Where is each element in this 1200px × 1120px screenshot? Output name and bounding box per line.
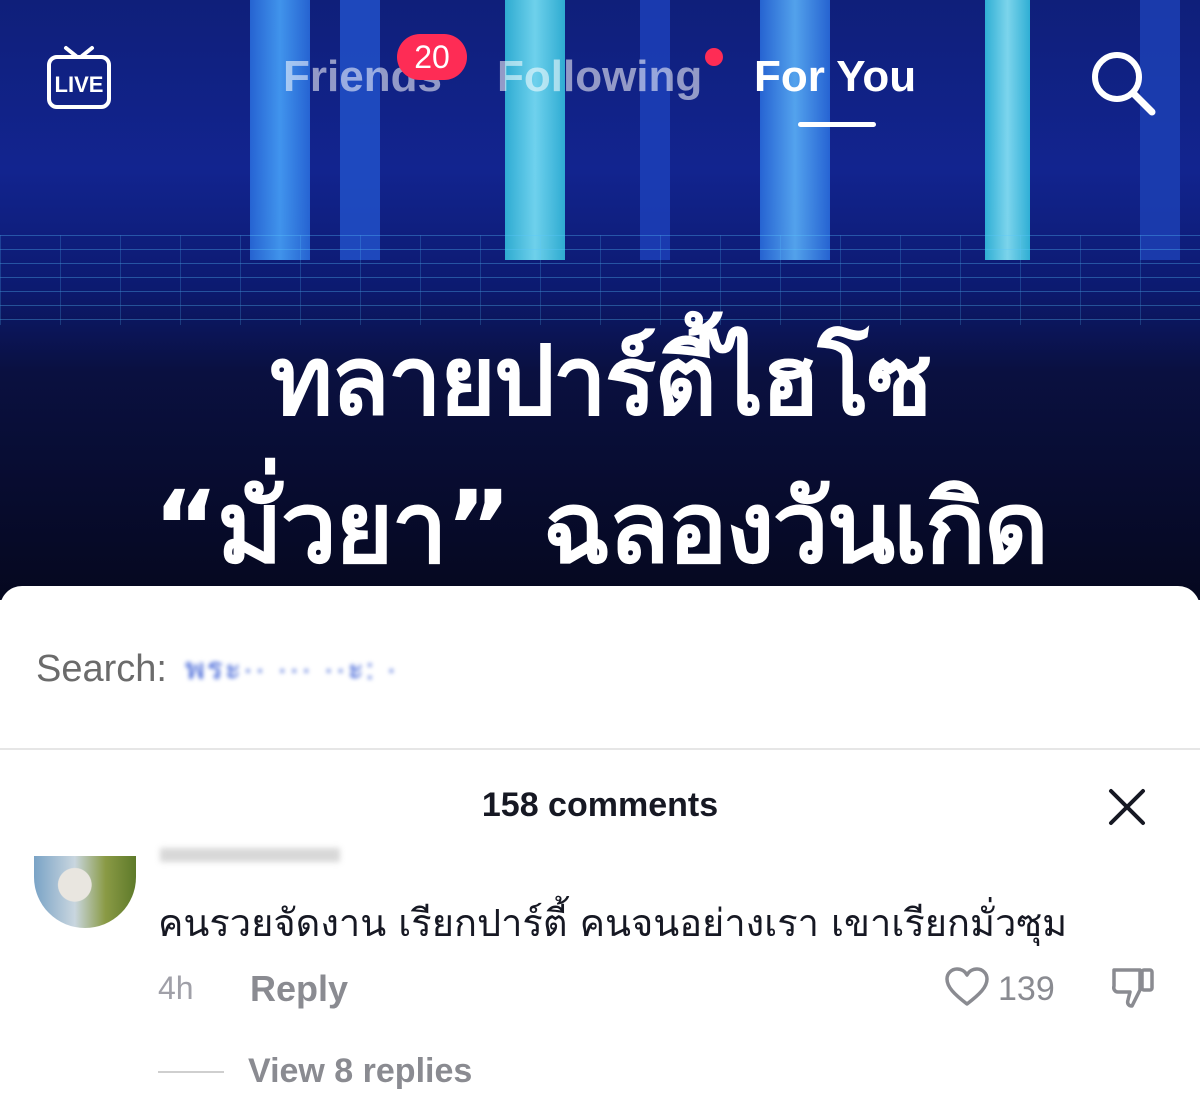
dislike-button[interactable] [1110, 964, 1156, 1010]
search-suggestion[interactable]: Search: พระ·· ··· ··ะ: · [36, 646, 398, 692]
following-notification-dot [705, 48, 723, 66]
thumbs-down-icon [1112, 968, 1154, 1008]
divider [0, 748, 1200, 750]
comment-text: คนรวยจัดงาน เรียกปาร์ตี้ คนจนอย่างเรา เข… [158, 901, 1068, 945]
video-headline-line1: ทลายปาร์ตี้ไฮโซ [269, 325, 933, 437]
view-replies-button[interactable]: View 8 replies [248, 1052, 472, 1091]
comment-time: 4h [158, 970, 194, 1006]
video-headline-line2: “มั่วยา” ฉลองวันเกิด [153, 469, 1049, 586]
replies-line [158, 1071, 224, 1073]
tab-for-you[interactable]: For You [754, 52, 916, 102]
top-nav: LIVE Friends 20 Following For You [0, 0, 1200, 140]
close-icon [1109, 789, 1145, 825]
heart-icon [945, 967, 989, 1006]
friends-notification-badge: 20 [397, 34, 467, 80]
reply-button[interactable]: Reply [250, 968, 348, 1010]
active-tab-indicator [798, 122, 876, 127]
tab-following-label: Following [497, 52, 703, 101]
live-tv-icon: LIVE [47, 46, 111, 109]
tab-following[interactable]: Following [497, 52, 702, 102]
commenter-username-blurred[interactable] [160, 848, 340, 862]
search-button[interactable] [1088, 48, 1158, 118]
search-query-blurred: พระ·· ··· ··ะ: · [184, 652, 399, 686]
like-button[interactable] [944, 966, 990, 1008]
tab-for-you-label: For You [754, 52, 917, 101]
search-icon [1092, 52, 1156, 116]
close-comments-button[interactable] [1106, 786, 1148, 828]
comments-count: 158 comments [481, 786, 719, 824]
live-label: LIVE [55, 72, 104, 97]
live-button[interactable]: LIVE [44, 44, 114, 114]
like-count: 139 [998, 970, 1055, 1008]
search-label: Search: [36, 647, 167, 690]
